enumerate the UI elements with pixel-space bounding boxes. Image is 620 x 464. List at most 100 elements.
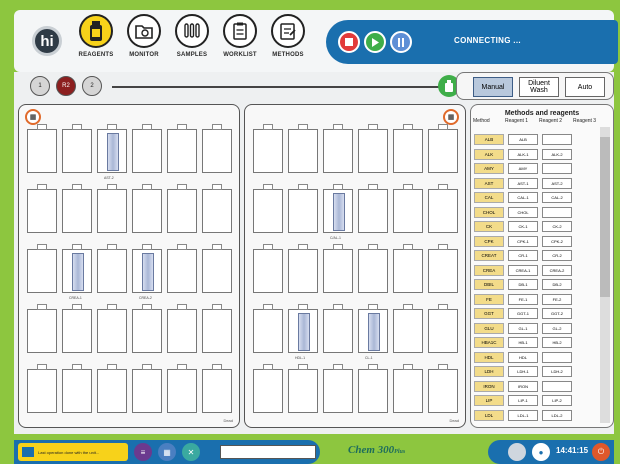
rack-slot[interactable]: C/AL-1: [323, 184, 353, 240]
method-row[interactable]: GGT GGT-1 GGT-2: [474, 307, 572, 320]
nav-worklist[interactable]: WORKLIST: [214, 14, 266, 72]
method-code[interactable]: LDL: [474, 409, 504, 421]
info-button[interactable]: [508, 443, 526, 461]
reagent-1-cell[interactable]: LDL-1: [508, 409, 538, 421]
tools-icon[interactable]: ✕: [182, 443, 200, 461]
nav-monitor[interactable]: MONITOR: [118, 14, 170, 72]
reagent-2-cell[interactable]: [542, 163, 572, 174]
pause-button[interactable]: [390, 31, 412, 53]
rack-slot[interactable]: [288, 124, 318, 173]
method-row[interactable]: LDH LDH-1 LDH-2: [474, 365, 572, 378]
reagent-2-cell[interactable]: FE-2: [542, 293, 572, 305]
method-row[interactable]: IRON IRON: [474, 380, 572, 393]
reagent-1-cell[interactable]: CHOL: [508, 206, 538, 218]
reagent-1-cell[interactable]: ALB: [508, 134, 538, 145]
method-row[interactable]: CREAT CR-1 CR-2: [474, 249, 572, 262]
method-code[interactable]: ALB: [474, 134, 504, 145]
method-code[interactable]: AMY: [474, 163, 504, 174]
method-row[interactable]: ALB ALB: [474, 133, 572, 146]
rack-slot[interactable]: [97, 184, 127, 233]
reagent-2-cell[interactable]: LDH-2: [542, 366, 572, 377]
reagent-2-cell[interactable]: CK-2: [542, 221, 572, 232]
reagent-1-cell[interactable]: FE-1: [508, 293, 538, 305]
rack-slot[interactable]: [393, 244, 423, 293]
rack-slot[interactable]: CL-1: [358, 304, 388, 360]
footer-input[interactable]: [220, 445, 316, 459]
method-row[interactable]: LIP LIP-1 LIP-2: [474, 394, 572, 407]
reagent-2-cell[interactable]: CAL-2: [542, 192, 572, 203]
reagent-2-cell[interactable]: CR-2: [542, 250, 572, 261]
rack-slot[interactable]: [97, 304, 127, 353]
method-code[interactable]: CREAT: [474, 250, 504, 261]
reagent-tube[interactable]: [333, 193, 345, 231]
rack-slot[interactable]: [97, 244, 127, 293]
rack-slot[interactable]: [27, 244, 57, 293]
calendar-icon[interactable]: ▦: [158, 443, 176, 461]
reagent-tube[interactable]: [368, 313, 380, 351]
reagent-2-cell[interactable]: CREA-2: [542, 264, 572, 276]
rack-slot[interactable]: [167, 364, 197, 413]
rack-slot[interactable]: [202, 304, 232, 353]
method-row[interactable]: FE FE-1 FE-2: [474, 293, 572, 306]
power-icon[interactable]: ⏻: [592, 443, 610, 461]
method-row[interactable]: CK CK-1 CK-2: [474, 220, 572, 233]
reagent-1-cell[interactable]: HDL: [508, 351, 538, 363]
rack-slot[interactable]: [202, 184, 232, 233]
reagent-1-cell[interactable]: CAL-1: [508, 192, 538, 203]
method-code[interactable]: HBA1C: [474, 337, 504, 348]
play-button[interactable]: [364, 31, 386, 53]
reagent-1-cell[interactable]: DB-1: [508, 279, 538, 290]
method-row[interactable]: ALK ALK-1 ALK-2: [474, 148, 572, 161]
reagent-1-cell[interactable]: ALK-1: [508, 148, 538, 160]
rack-slot[interactable]: [323, 304, 353, 353]
nav-samples[interactable]: SAMPLES: [166, 14, 218, 72]
rack-slot[interactable]: CREA-1: [62, 244, 92, 300]
rack-button-2[interactable]: 2: [82, 76, 102, 96]
method-row[interactable]: DBIL DB-1 DB-2: [474, 278, 572, 291]
reagent-2-cell[interactable]: CPK-2: [542, 235, 572, 247]
rack-slot[interactable]: [323, 244, 353, 293]
reagent-1-cell[interactable]: LIP-1: [508, 395, 538, 406]
warning-banner[interactable]: Last operation done with the unit...: [18, 443, 128, 461]
rack-slot[interactable]: [167, 184, 197, 233]
reagent-2-cell[interactable]: LDL-2: [542, 409, 572, 421]
rack-slot[interactable]: [27, 184, 57, 233]
method-code[interactable]: CAL: [474, 192, 504, 203]
rack-slot[interactable]: HDL-1: [288, 304, 318, 360]
rack-slot[interactable]: [393, 184, 423, 233]
rack-slot[interactable]: [253, 304, 283, 353]
method-code[interactable]: IRON: [474, 380, 504, 392]
method-row[interactable]: CAL CAL-1 CAL-2: [474, 191, 572, 204]
rack-slot[interactable]: [253, 184, 283, 233]
rack-slot[interactable]: [167, 124, 197, 173]
reagent-2-cell[interactable]: [542, 351, 572, 363]
reagent-2-cell[interactable]: ALK-2: [542, 148, 572, 160]
rack-button-1[interactable]: 1: [30, 76, 50, 96]
reagent-2-cell[interactable]: DB-2: [542, 279, 572, 290]
rack-slot[interactable]: [323, 124, 353, 173]
rack-slot[interactable]: [27, 124, 57, 173]
method-code[interactable]: LIP: [474, 395, 504, 406]
method-code[interactable]: DBIL: [474, 279, 504, 290]
rack-slot[interactable]: [132, 364, 162, 413]
rack-slot[interactable]: [202, 244, 232, 293]
reagent-2-cell[interactable]: HB-2: [542, 337, 572, 348]
rack-slot[interactable]: [62, 364, 92, 413]
rack-slot[interactable]: [202, 124, 232, 173]
reagent-1-cell[interactable]: IRON: [508, 380, 538, 392]
method-code[interactable]: CREA: [474, 264, 504, 276]
reagent-tube[interactable]: [142, 253, 154, 291]
methods-scrollbar[interactable]: [600, 127, 610, 423]
rack-slot[interactable]: [428, 184, 458, 233]
rack-slot[interactable]: AST-2: [97, 124, 127, 180]
method-code[interactable]: GLU: [474, 322, 504, 334]
rack-slot[interactable]: [393, 124, 423, 173]
rack-slot[interactable]: [167, 244, 197, 293]
rack-slot[interactable]: [253, 244, 283, 293]
rack-slot[interactable]: [358, 364, 388, 413]
database-icon[interactable]: ≡: [134, 443, 152, 461]
nav-reagents[interactable]: REAGENTS: [70, 14, 122, 72]
reagent-tube[interactable]: [298, 313, 310, 351]
method-row[interactable]: HDL HDL: [474, 351, 572, 364]
reagent-2-cell[interactable]: GL-2: [542, 322, 572, 334]
